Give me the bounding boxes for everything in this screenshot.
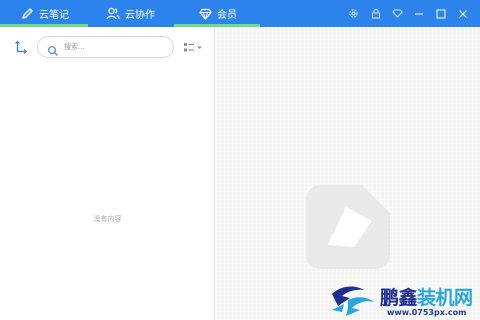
watermark: 鹏鑫装机网 www.0753px.com	[330, 283, 480, 320]
tab-member[interactable]: 会员	[174, 0, 260, 27]
diamond-icon	[198, 7, 212, 21]
close-icon[interactable]	[455, 6, 470, 21]
tab-label: 云笔记	[39, 10, 69, 21]
maximize-icon[interactable]	[433, 6, 448, 21]
users-icon	[106, 7, 120, 21]
watermark-text-part2: 装机网	[417, 287, 473, 309]
watermark-text: 鹏鑫装机网	[380, 283, 473, 310]
watermark-logo	[330, 284, 378, 318]
tab-cloud-notes[interactable]: 云笔记	[0, 0, 88, 27]
tab-label: 云协作	[125, 10, 155, 21]
editor-placeholder-pane	[216, 27, 480, 320]
watermark-text-part1: 鹏鑫	[380, 287, 418, 309]
empty-state-text: 没有内容	[93, 215, 122, 223]
watermark-url: www.0753px.com	[387, 308, 467, 317]
list-view-icon	[184, 42, 202, 51]
search-input[interactable]	[64, 40, 168, 54]
search-icon	[47, 42, 59, 56]
lock-icon[interactable]	[368, 6, 383, 21]
note-placeholder-icon	[306, 185, 390, 269]
tab-label: 会员	[217, 10, 237, 21]
note-list-pane: 没有内容	[0, 27, 215, 320]
settings-icon[interactable]	[346, 6, 361, 21]
view-mode-button[interactable]	[183, 41, 203, 53]
vip-diamond-icon[interactable]	[390, 6, 405, 21]
title-bar: 云笔记 云协作 会员	[0, 0, 480, 27]
tab-cloud-collab[interactable]: 云协作	[88, 0, 174, 27]
search-box[interactable]	[37, 36, 174, 58]
sync-icon[interactable]	[14, 39, 28, 54]
pen-icon	[20, 7, 34, 21]
minimize-icon[interactable]	[411, 6, 426, 21]
